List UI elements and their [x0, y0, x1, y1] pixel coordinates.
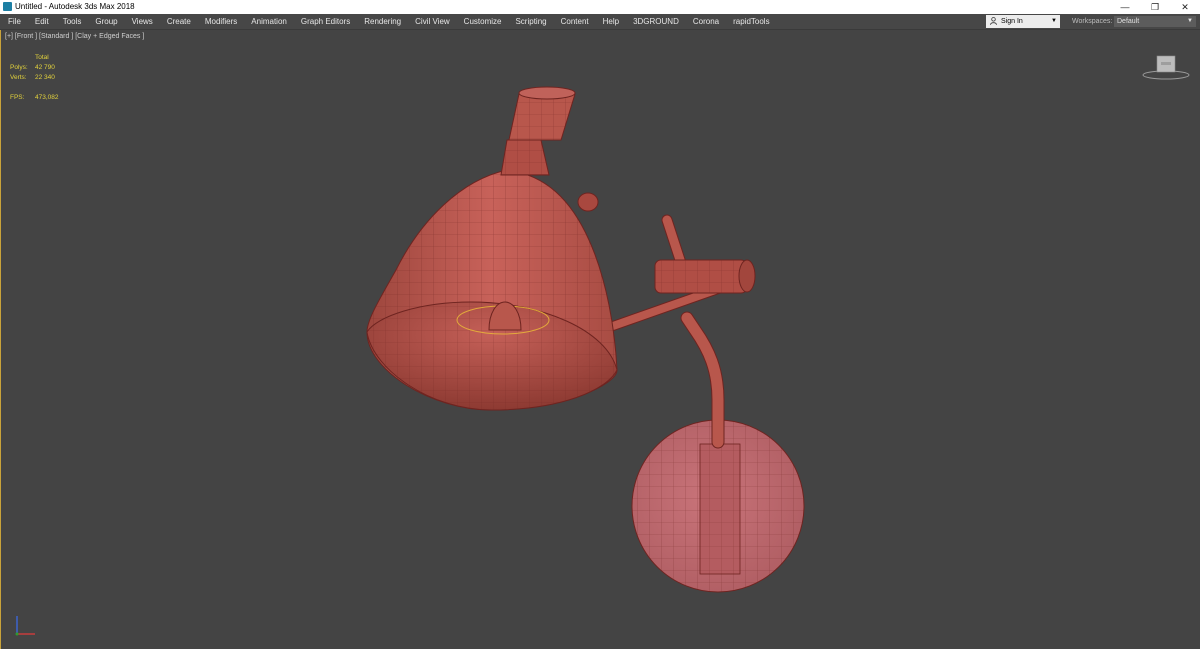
sign-in-label: Sign In — [1001, 18, 1023, 25]
user-icon — [990, 17, 997, 25]
close-icon[interactable]: ✕ — [1170, 0, 1200, 14]
workspaces-value: Default — [1117, 18, 1140, 25]
menu-item-customize[interactable]: Customize — [457, 14, 509, 29]
title-bar: Untitled - Autodesk 3ds Max 2018 — ❐ ✕ — [0, 0, 1200, 14]
menu-item-animation[interactable]: Animation — [244, 14, 294, 29]
workspaces-dropdown[interactable]: Default ▼ — [1114, 16, 1196, 27]
menu-item-edit[interactable]: Edit — [28, 14, 56, 29]
sign-in-button[interactable]: Sign In ▼ — [986, 15, 1060, 28]
menu-item-scripting[interactable]: Scripting — [508, 14, 553, 29]
menu-item-tools[interactable]: Tools — [56, 14, 89, 29]
viewport-front[interactable]: [+] [Front ] [Standard ] [Clay + Edged F… — [0, 30, 1200, 649]
menu-item-create[interactable]: Create — [160, 14, 198, 29]
window-title: Untitled - Autodesk 3ds Max 2018 — [15, 2, 135, 11]
menu-item-civil-view[interactable]: Civil View — [408, 14, 457, 29]
window-controls: — ❐ ✕ — [1110, 0, 1200, 14]
menu-item-corona[interactable]: Corona — [686, 14, 726, 29]
menu-item-rapidtools[interactable]: rapidTools — [726, 14, 776, 29]
workspaces-label: Workspaces: — [1072, 18, 1113, 25]
menu-item-file[interactable]: File — [0, 14, 28, 29]
minimize-icon[interactable]: — — [1110, 0, 1140, 14]
menu-item-3dground[interactable]: 3DGROUND — [626, 14, 686, 29]
lamp-arm — [608, 214, 726, 449]
menu-item-modifiers[interactable]: Modifiers — [198, 14, 244, 29]
menu-item-group[interactable]: Group — [88, 14, 124, 29]
chevron-down-icon: ▼ — [1051, 18, 1057, 24]
axis-tripod-icon — [15, 616, 35, 636]
menu-items: File Edit Tools Group Views Create Modifiers An… — [0, 14, 777, 29]
restore-icon[interactable]: ❐ — [1140, 0, 1170, 14]
lamp-joint — [654, 259, 756, 294]
menu-item-content[interactable]: Content — [554, 14, 596, 29]
lamp-model[interactable] — [1, 30, 1200, 649]
lamp-top — [500, 86, 576, 176]
chevron-down-icon: ▼ — [1187, 18, 1193, 24]
menu-item-graph-editors[interactable]: Graph Editors — [294, 14, 357, 29]
menu-item-help[interactable]: Help — [596, 14, 626, 29]
menu-item-views[interactable]: Views — [125, 14, 160, 29]
menu-item-rendering[interactable]: Rendering — [357, 14, 408, 29]
menu-bar: File Edit Tools Group Views Create Modifiers An… — [0, 14, 1200, 30]
app-icon — [3, 2, 12, 11]
lamp-knob — [577, 192, 599, 212]
